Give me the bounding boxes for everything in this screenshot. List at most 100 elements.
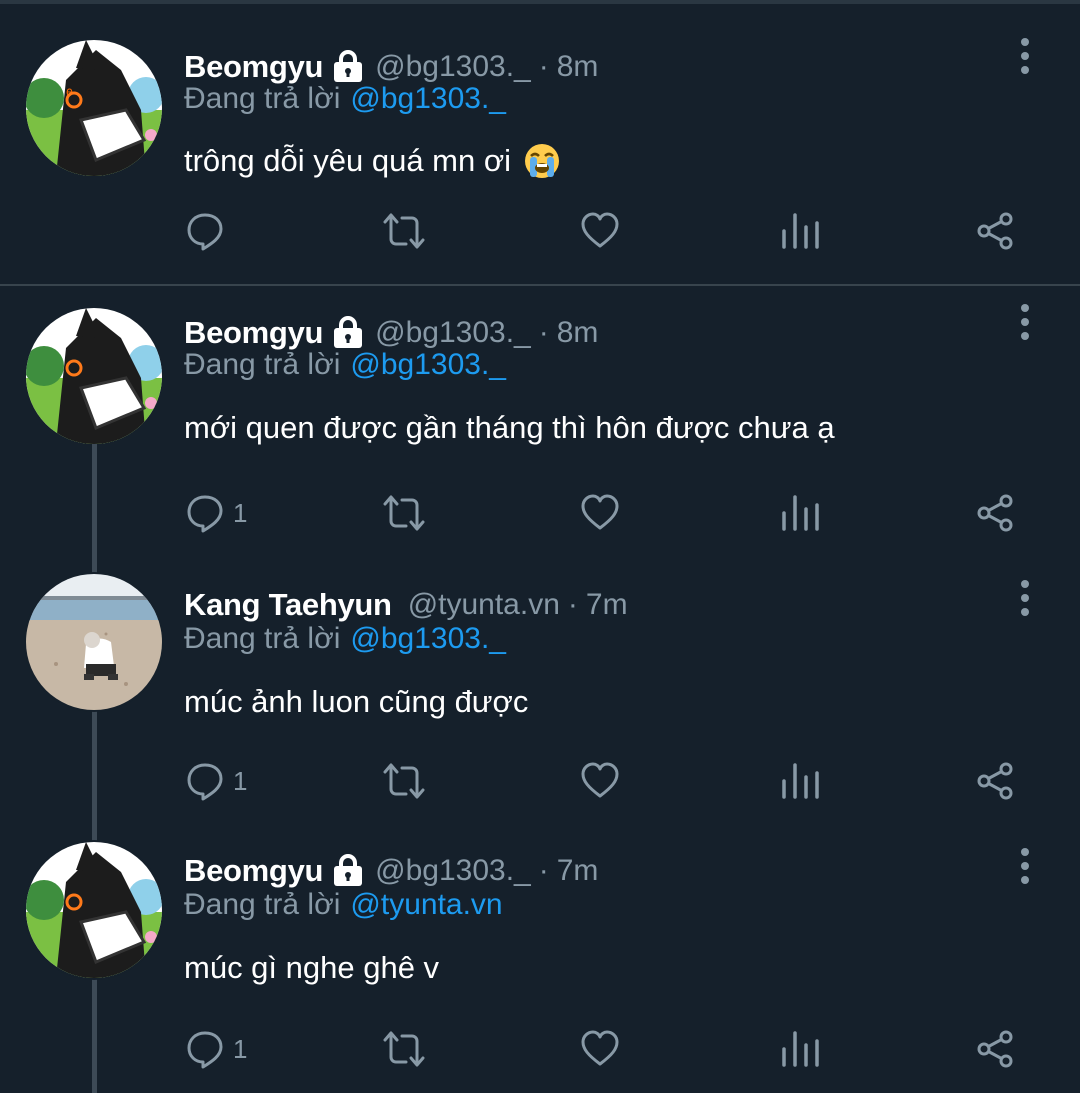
user-handle[interactable]: @bg1303._ <box>375 50 531 84</box>
reply-icon <box>187 763 223 801</box>
replying-to-label: Đang trả lời <box>184 348 341 381</box>
heart-icon <box>581 494 619 530</box>
lock-icon <box>331 854 365 888</box>
analytics-icon <box>782 495 819 531</box>
lock-icon <box>331 50 365 84</box>
analytics-button[interactable] <box>780 206 820 256</box>
analytics-icon <box>782 763 819 799</box>
cartoon-avatar-image: ᶿ <box>26 40 162 176</box>
display-name[interactable]: Beomgyu <box>184 315 323 351</box>
share-button[interactable] <box>975 206 1015 256</box>
reply-button[interactable]: 1 <box>185 1024 247 1074</box>
retweet-button[interactable] <box>382 756 426 806</box>
reply-mention-link[interactable]: @bg1303._ <box>350 622 506 655</box>
reply-mention-link[interactable]: @tyunta.vn <box>350 888 502 921</box>
share-button[interactable] <box>975 488 1015 538</box>
cartoon-avatar-image <box>26 842 162 978</box>
like-button[interactable] <box>580 1024 620 1074</box>
tweet-text: múc ảnh luon cũng được <box>184 684 528 720</box>
display-name[interactable]: Beomgyu <box>184 853 323 889</box>
like-button[interactable] <box>580 206 620 256</box>
reply-button[interactable]: 1 <box>185 488 247 538</box>
reply-mention-link[interactable]: @bg1303._ <box>350 348 506 381</box>
user-handle[interactable]: @tyunta.vn <box>408 588 560 622</box>
top-divider <box>0 0 1080 4</box>
tweet[interactable]: ᶿ Beomgyu @bg1303._ · 8m Đang trả lời @bg… <box>0 16 1080 284</box>
user-handle[interactable]: @bg1303._ <box>375 854 531 888</box>
tweet[interactable]: Beomgyu @bg1303._ · 8m Đang trả lời @bg13… <box>0 282 1080 550</box>
retweet-icon <box>383 495 425 531</box>
share-button[interactable] <box>975 1024 1015 1074</box>
separator-dot: · <box>567 588 578 621</box>
tweet-actions <box>0 206 1080 256</box>
more-options-icon[interactable] <box>1016 36 1034 76</box>
reply-icon <box>187 1031 223 1069</box>
tweet-text-content: múc ảnh luon cũng được <box>184 684 529 719</box>
retweet-icon <box>383 763 425 799</box>
replying-to-line: Đang trả lời @bg1303._ <box>184 348 506 382</box>
analytics-button[interactable] <box>780 756 820 806</box>
avatar[interactable]: ᶿ <box>26 40 162 176</box>
replying-to-line: Đang trả lời @bg1303._ <box>184 622 506 656</box>
share-icon <box>977 1030 1013 1068</box>
tweet[interactable]: Kang Taehyun @tyunta.vn · 7m Đang trả lờ… <box>0 550 1080 818</box>
tweet-text-content: mới quen được gần tháng thì hôn được chư… <box>184 410 835 445</box>
analytics-button[interactable] <box>780 488 820 538</box>
avatar[interactable] <box>26 574 162 710</box>
retweet-button[interactable] <box>382 206 426 256</box>
reply-mention-link[interactable]: @bg1303._ <box>350 82 506 115</box>
tweet-text: múc gì nghe ghê v <box>184 950 439 986</box>
tweet-actions: 1 <box>0 488 1080 538</box>
reply-count: 1 <box>233 1033 248 1064</box>
replying-to-line: Đang trả lời @bg1303._ <box>184 82 506 116</box>
retweet-button[interactable] <box>382 1024 426 1074</box>
avatar[interactable] <box>26 842 162 978</box>
tweet[interactable]: Beomgyu @bg1303._ · 7m Đang trả lời @tyun… <box>0 818 1080 1086</box>
avatar[interactable] <box>26 308 162 444</box>
reply-button[interactable] <box>185 206 233 256</box>
analytics-icon <box>782 213 819 249</box>
replying-to-label: Đang trả lời <box>184 888 341 921</box>
beach-photo-avatar-image <box>26 574 162 710</box>
lock-icon <box>331 316 365 350</box>
timestamp[interactable]: 8m <box>557 50 599 84</box>
display-name[interactable]: Kang Taehyun <box>184 587 392 623</box>
more-options-icon[interactable] <box>1016 578 1034 618</box>
tweet-text-content: múc gì nghe ghê v <box>184 950 440 985</box>
loudly-crying-face-emoji-icon <box>523 142 561 180</box>
more-options-icon[interactable] <box>1016 302 1034 342</box>
display-name[interactable]: Beomgyu <box>184 49 323 85</box>
timestamp[interactable]: 7m <box>586 588 628 622</box>
share-icon <box>977 494 1013 532</box>
share-icon <box>977 212 1013 250</box>
replying-to-label: Đang trả lời <box>184 82 341 115</box>
heart-icon <box>581 1030 619 1066</box>
tweet-actions: 1 <box>0 756 1080 806</box>
like-button[interactable] <box>580 488 620 538</box>
retweet-button[interactable] <box>382 488 426 538</box>
user-handle[interactable]: @bg1303._ <box>375 316 531 350</box>
heart-icon <box>581 212 619 248</box>
share-button[interactable] <box>975 756 1015 806</box>
analytics-icon <box>782 1031 819 1067</box>
separator-dot: · <box>538 316 549 349</box>
share-icon <box>977 762 1013 800</box>
tweet-text: mới quen được gần tháng thì hôn được chư… <box>184 410 835 446</box>
like-button[interactable] <box>580 756 620 806</box>
analytics-button[interactable] <box>780 1024 820 1074</box>
reply-button[interactable]: 1 <box>185 756 247 806</box>
tweet-text-content: trông dỗi yêu quá mn ơi <box>184 143 512 178</box>
timestamp[interactable]: 8m <box>557 316 599 350</box>
replying-to-label: Đang trả lời <box>184 622 341 655</box>
tweet-text: trông dỗi yêu quá mn ơi <box>184 142 561 180</box>
tweet-actions: 1 <box>0 1024 1080 1074</box>
reply-icon <box>187 213 223 251</box>
separator-dot: · <box>538 854 549 887</box>
reply-icon <box>187 495 223 533</box>
more-options-icon[interactable] <box>1016 846 1034 886</box>
retweet-icon <box>383 1031 425 1067</box>
heart-icon <box>581 762 619 798</box>
separator-dot: · <box>538 50 549 83</box>
timestamp[interactable]: 7m <box>557 854 599 888</box>
reply-count: 1 <box>233 765 248 796</box>
